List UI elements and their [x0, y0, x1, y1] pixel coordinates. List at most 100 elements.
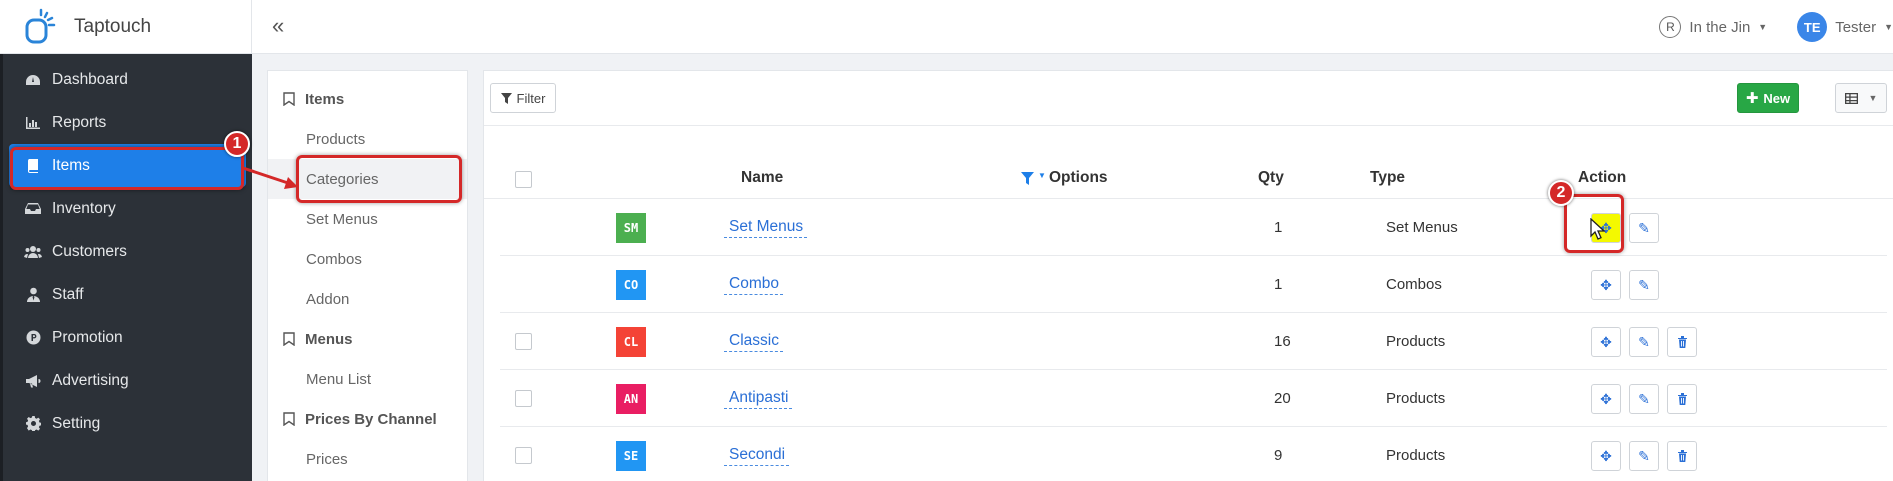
- move-button[interactable]: ✥: [1591, 327, 1621, 357]
- caret-down-icon: ▼: [1868, 93, 1878, 103]
- edit-icon: ✎: [1638, 447, 1650, 464]
- edit-icon: ✎: [1638, 333, 1650, 350]
- submenu-item-addon[interactable]: Addon: [268, 279, 467, 319]
- category-badge: AN: [616, 384, 646, 414]
- arrows-move-icon: ✥: [1600, 447, 1612, 464]
- column-header-type[interactable]: Type: [1370, 169, 1405, 187]
- category-type: Combos: [1386, 276, 1442, 293]
- user-menu[interactable]: TE Tester ▼: [1797, 12, 1893, 42]
- sidebar: Dashboard Reports Items Inventory Custom…: [0, 54, 252, 481]
- move-button[interactable]: ✥: [1591, 270, 1621, 300]
- sidebar-item-advertising[interactable]: Advertising: [3, 359, 252, 402]
- category-qty: 9: [1274, 447, 1283, 464]
- submenu-item-products[interactable]: Products: [268, 119, 467, 159]
- collapse-sidebar-button[interactable]: «: [272, 13, 284, 39]
- category-type: Products: [1386, 390, 1446, 407]
- move-button[interactable]: ✥: [1591, 384, 1621, 414]
- category-name-link[interactable]: Secondi: [724, 446, 790, 466]
- row-checkbox[interactable]: [515, 333, 532, 350]
- store-selector[interactable]: R In the Jin ▼: [1659, 16, 1767, 38]
- sidebar-item-label: Customers: [52, 242, 127, 260]
- sidebar-item-label: Inventory: [52, 199, 116, 217]
- store-name: In the Jin: [1689, 18, 1751, 36]
- trash-icon: [1677, 393, 1687, 405]
- category-qty: 20: [1274, 390, 1291, 407]
- sidebar-item-staff[interactable]: Staff: [3, 273, 252, 316]
- highlight-box-items: [10, 147, 244, 190]
- edit-button[interactable]: ✎: [1629, 327, 1659, 357]
- category-type: Set Menus: [1386, 219, 1458, 236]
- edit-icon: ✎: [1638, 390, 1650, 407]
- submenu-item-menu-list[interactable]: Menu List: [268, 359, 467, 399]
- move-button[interactable]: ✥: [1591, 441, 1621, 471]
- sidebar-item-customers[interactable]: Customers: [3, 230, 252, 273]
- submenu-section-items: Items: [268, 79, 467, 119]
- row-checkbox[interactable]: [515, 390, 532, 407]
- category-name-link[interactable]: Set Menus: [724, 218, 808, 238]
- bar-chart-icon: [22, 115, 44, 131]
- category-name-link[interactable]: Combo: [724, 275, 783, 295]
- row-checkbox[interactable]: [515, 447, 532, 464]
- column-header-qty[interactable]: Qty: [1258, 169, 1284, 187]
- sidebar-item-setting[interactable]: Setting: [3, 402, 252, 445]
- user-name: Tester: [1835, 18, 1877, 36]
- submenu-item-set-menus[interactable]: Set Menus: [268, 199, 467, 239]
- delete-button[interactable]: [1667, 441, 1697, 471]
- delete-button[interactable]: [1667, 327, 1697, 357]
- sidebar-item-label: Staff: [52, 285, 84, 303]
- delete-button[interactable]: [1667, 384, 1697, 414]
- categories-panel: Filter ✚ New ▼ Name ▼ Options Qty Type A…: [483, 70, 1893, 481]
- sidebar-item-label: Advertising: [52, 371, 129, 389]
- column-header-options[interactable]: Options: [1049, 169, 1108, 187]
- category-name-link[interactable]: Classic: [724, 332, 783, 352]
- submenu-section-prices-by-channel: Prices By Channel: [268, 399, 467, 439]
- column-header-name[interactable]: Name: [741, 169, 783, 187]
- submenu-section-menus: Menus: [268, 319, 467, 359]
- items-submenu: Items Products Categories Set Menus Comb…: [267, 70, 468, 481]
- submenu-item-prices[interactable]: Prices: [268, 439, 467, 479]
- category-name-link[interactable]: Antipasti: [724, 389, 793, 409]
- caret-down-icon: ▼: [1884, 22, 1893, 32]
- edit-button[interactable]: ✎: [1629, 384, 1659, 414]
- category-qty: 1: [1274, 276, 1283, 293]
- edit-button[interactable]: ✎: [1629, 213, 1659, 243]
- plus-icon: ✚: [1745, 90, 1759, 107]
- category-badge: SM: [616, 213, 646, 243]
- table-row: SM Set Menus 1 Set Menus ✥ ✎: [500, 199, 1887, 256]
- select-all-checkbox[interactable]: [515, 171, 532, 188]
- view-toggle-button[interactable]: ▼: [1835, 83, 1887, 113]
- category-badge: CL: [616, 327, 646, 357]
- category-qty: 1: [1274, 219, 1283, 236]
- taptouch-logo-icon: [25, 8, 56, 44]
- user-tie-icon: [22, 287, 44, 303]
- filter-icon[interactable]: [1021, 172, 1034, 185]
- bullhorn-icon: [22, 373, 44, 389]
- table-row: AN Antipasti 20 Products ✥ ✎: [500, 370, 1887, 427]
- gear-icon: [22, 416, 44, 432]
- edit-icon: ✎: [1638, 276, 1650, 293]
- dashboard-icon: [22, 72, 44, 88]
- new-button[interactable]: ✚ New: [1737, 83, 1799, 113]
- caret-down-icon: ▼: [1758, 22, 1768, 32]
- edit-button[interactable]: ✎: [1629, 270, 1659, 300]
- filter-button[interactable]: Filter: [490, 83, 556, 113]
- edit-icon: ✎: [1638, 219, 1650, 236]
- brand-name: Taptouch: [74, 16, 152, 37]
- arrows-move-icon: ✥: [1600, 333, 1612, 350]
- category-badge: SE: [616, 441, 646, 471]
- filter-label: Filter: [516, 90, 546, 106]
- users-icon: [22, 244, 44, 260]
- sidebar-item-inventory[interactable]: Inventory: [3, 187, 252, 230]
- sidebar-item-dashboard[interactable]: Dashboard: [3, 58, 252, 101]
- table-row: SE Secondi 9 Products ✥ ✎: [500, 427, 1887, 481]
- trash-icon: [1677, 450, 1687, 462]
- edit-button[interactable]: ✎: [1629, 441, 1659, 471]
- sidebar-item-label: Reports: [52, 113, 107, 131]
- registered-icon: R: [1659, 16, 1682, 38]
- category-qty: 16: [1274, 333, 1291, 350]
- caret-down-icon[interactable]: ▼: [1038, 171, 1046, 180]
- sidebar-item-reports[interactable]: Reports: [3, 101, 252, 144]
- sidebar-item-promotion[interactable]: Promotion: [3, 316, 252, 359]
- submenu-item-combos[interactable]: Combos: [268, 239, 467, 279]
- brand[interactable]: Taptouch: [0, 0, 252, 54]
